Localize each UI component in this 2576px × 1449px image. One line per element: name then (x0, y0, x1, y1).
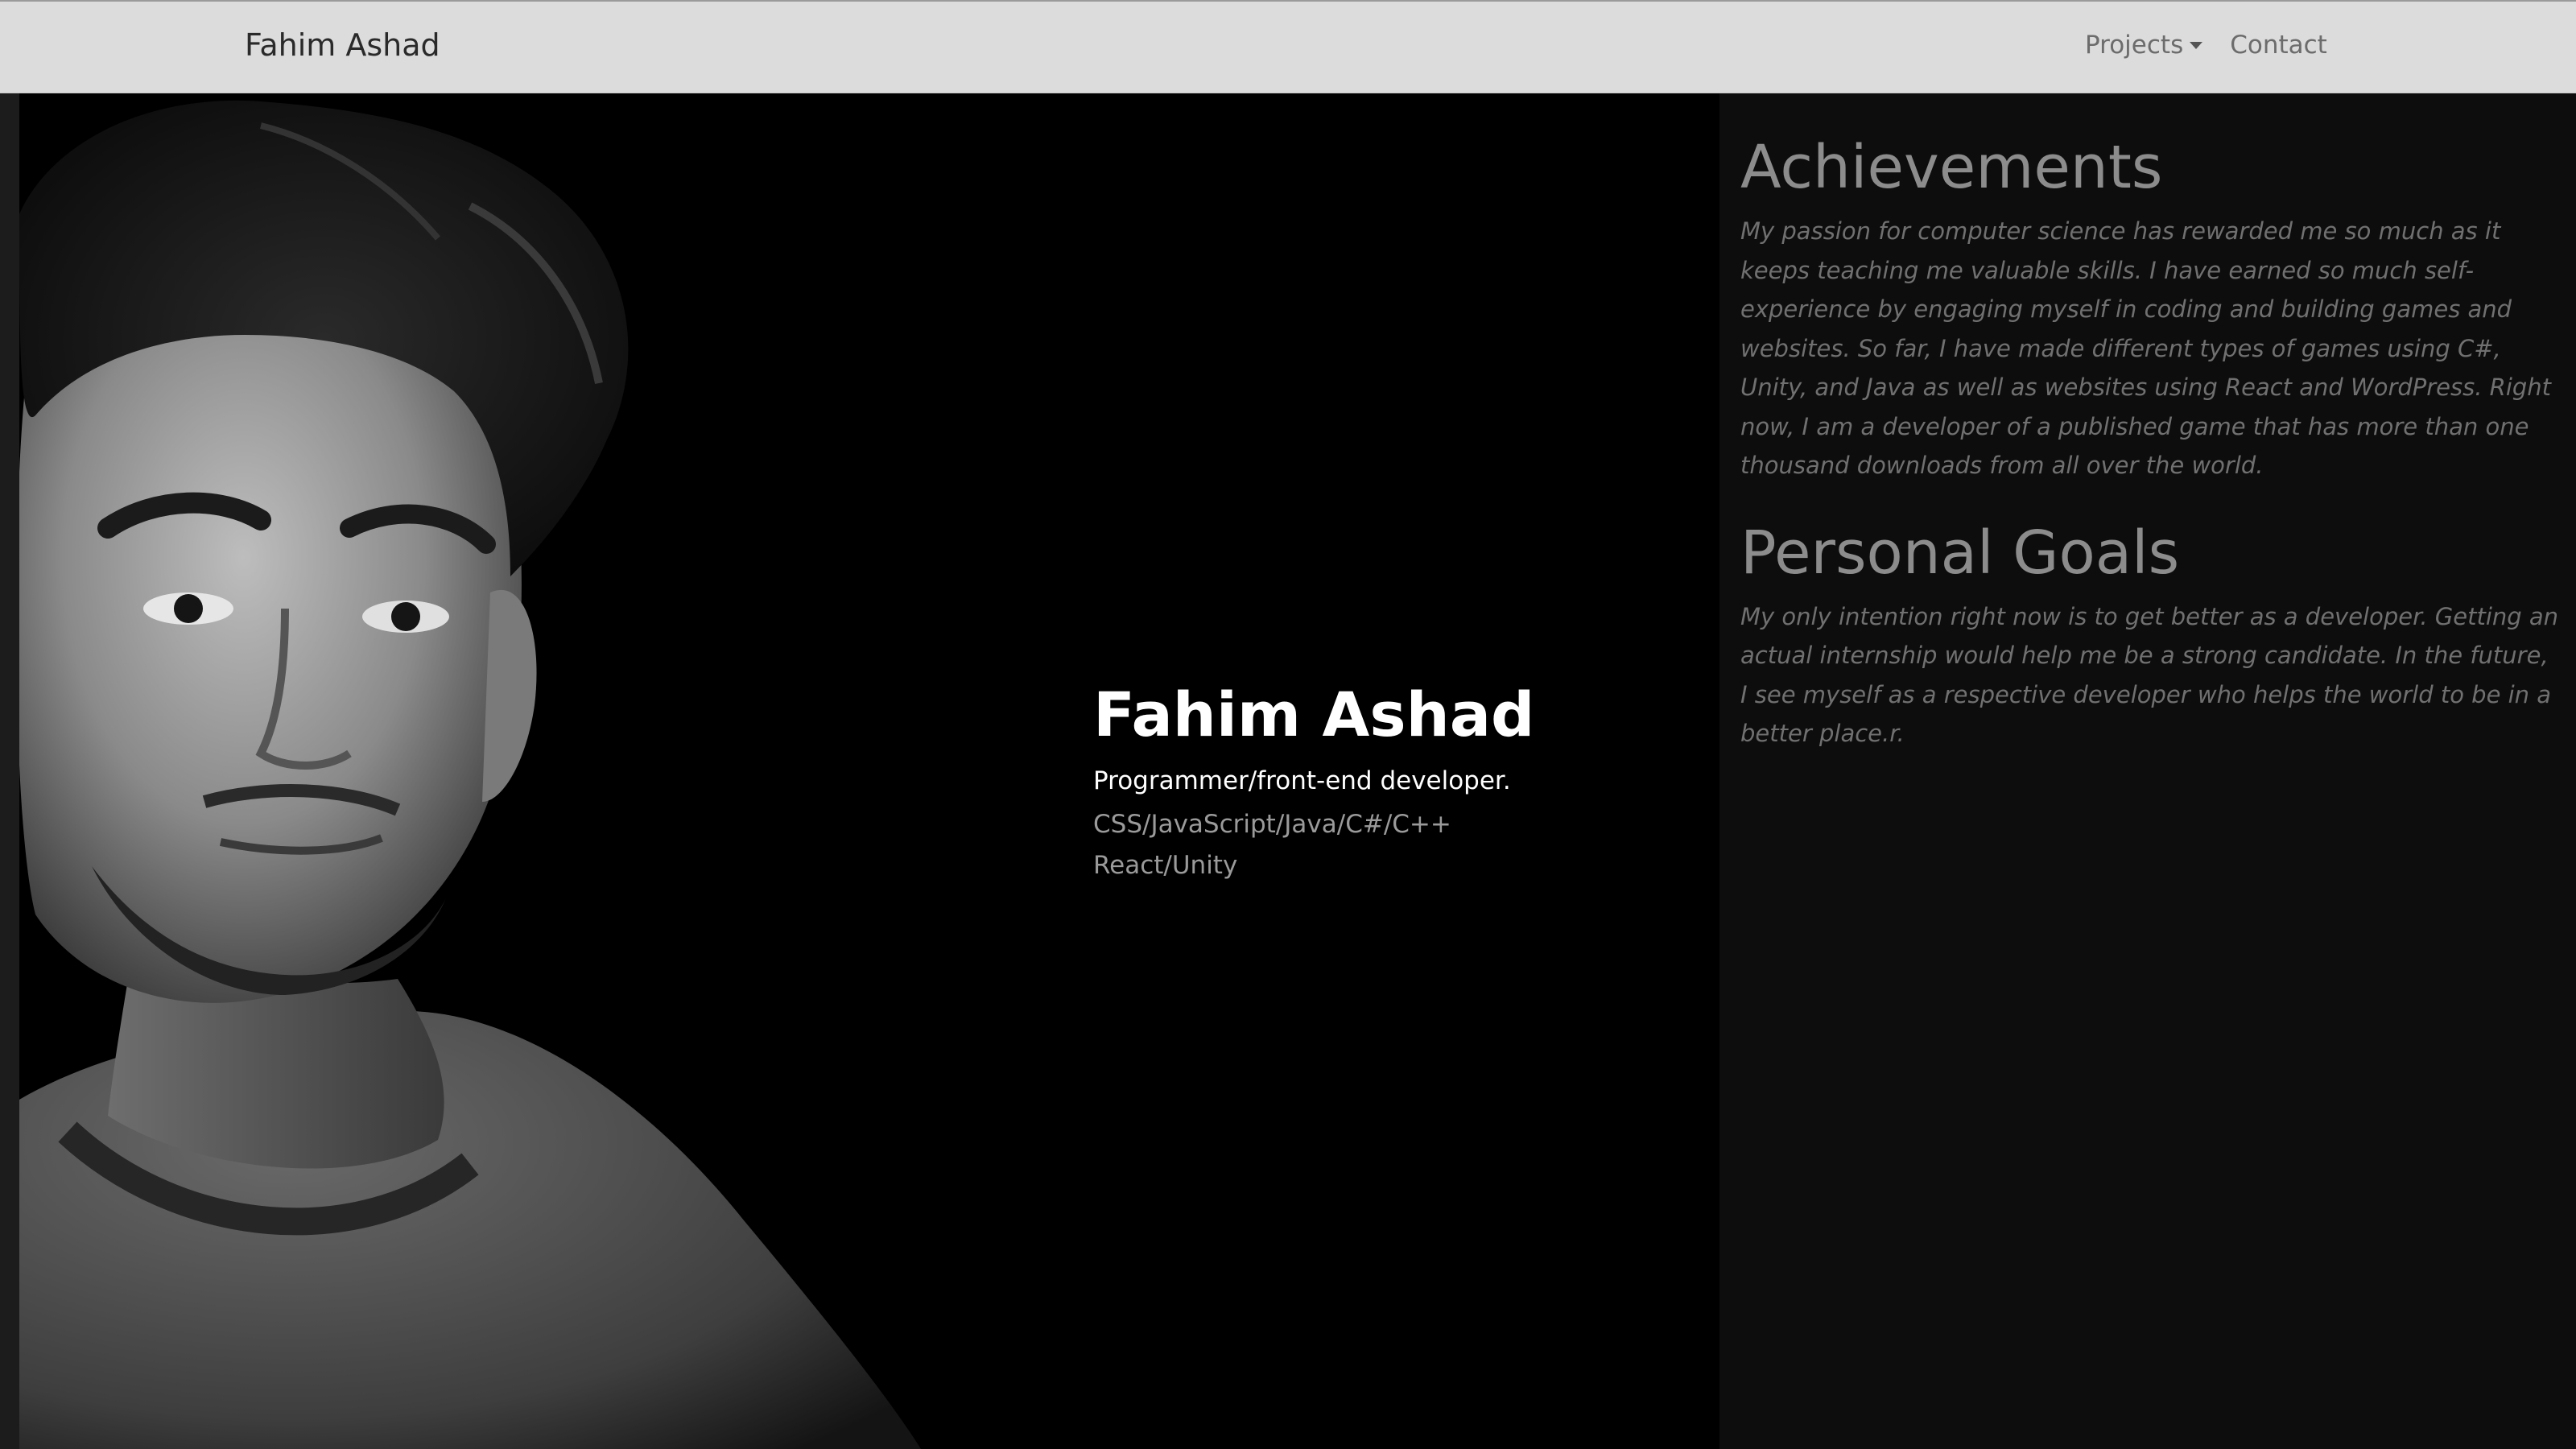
achievements-text: My passion for computer science has rewa… (1740, 217, 2552, 480)
intro-block: Fahim Ashad Programmer/front-end develop… (1093, 681, 1534, 881)
projects-dropdown[interactable]: Projects (2085, 31, 2203, 60)
portrait-photo (19, 100, 921, 1449)
brand-link[interactable]: Fahim Ashad (245, 27, 440, 63)
chevron-down-icon (2190, 41, 2203, 49)
hero-skill-frameworks: React/Unity (1093, 850, 1238, 880)
hero-section: Fahim Ashad Programmer/front-end develop… (0, 93, 1719, 1449)
hero-skill-languages: CSS/JavaScript/Java/C#/C++ (1093, 809, 1451, 839)
personal-goals-text: My only intention right now is to get be… (1740, 602, 2559, 748)
achievements-heading: Achievements (1740, 133, 2163, 202)
about-sidebar: Achievements My passion for computer sci… (1719, 93, 2576, 1449)
personal-goals-heading: Personal Goals (1740, 518, 2180, 588)
nav-links: Projects Contact (2085, 31, 2327, 60)
hero-name: Fahim Ashad (1093, 679, 1535, 750)
top-navbar: Fahim Ashad Projects Contact (0, 0, 2576, 93)
contact-link[interactable]: Contact (2230, 31, 2327, 60)
contact-label: Contact (2230, 31, 2327, 60)
left-edge-strip (0, 93, 19, 1449)
hero-role: Programmer/front-end developer. (1093, 766, 1511, 795)
projects-label: Projects (2085, 31, 2184, 60)
